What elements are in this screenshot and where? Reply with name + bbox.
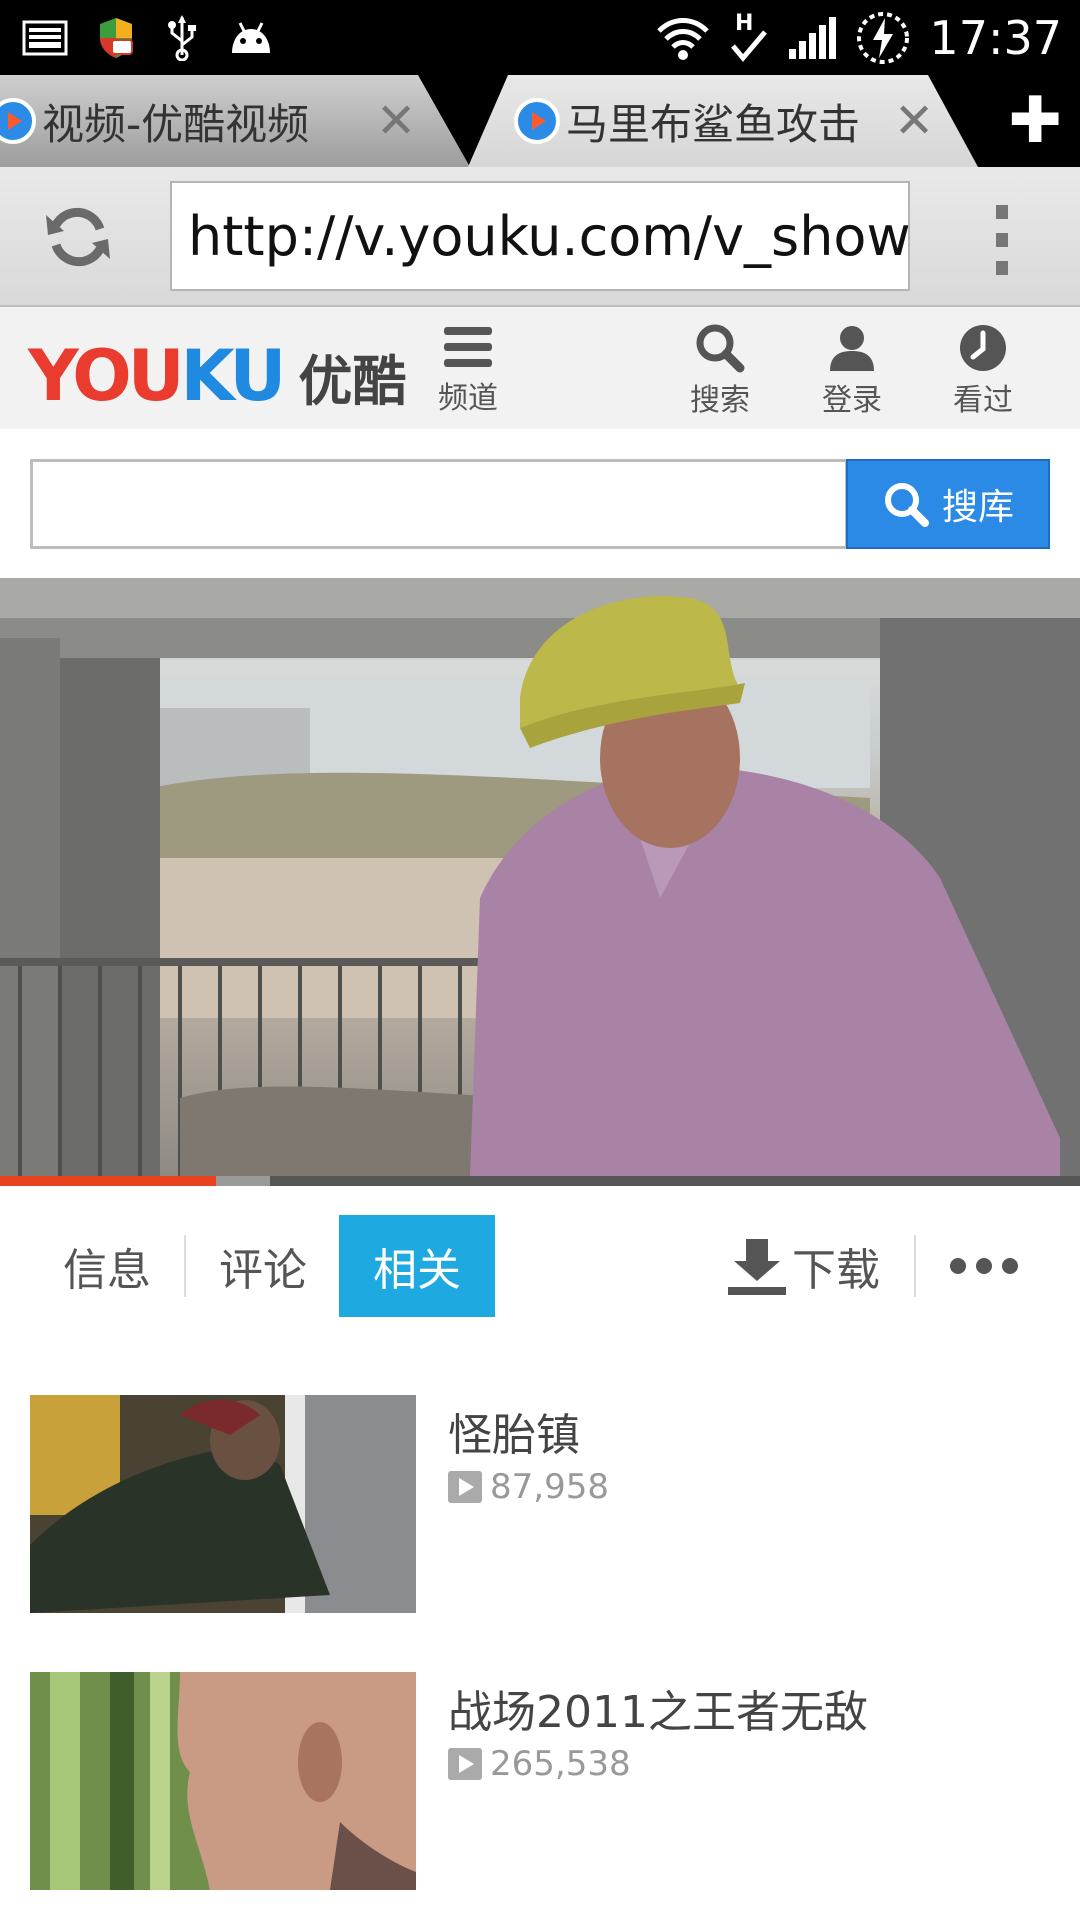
overflow-menu-button[interactable] <box>990 205 1014 275</box>
browser-tab-2[interactable]: 马里布鲨鱼攻击 ✕ <box>468 75 978 167</box>
clock: 17:37 <box>929 10 1062 65</box>
user-icon <box>830 326 874 371</box>
play-count-icon <box>448 1748 482 1780</box>
reload-icon <box>46 207 110 267</box>
divider <box>914 1235 916 1297</box>
svg-text:H: H <box>735 11 753 36</box>
browser-tab-strip: 视频-优酷视频 ✕ 马里布鲨鱼攻击 ✕ ✚ <box>0 75 1080 167</box>
tab-related[interactable]: 相关 <box>339 1215 495 1317</box>
usb-icon <box>164 14 200 61</box>
reload-button[interactable] <box>42 201 114 273</box>
tab-info[interactable]: 信息 <box>40 1215 174 1317</box>
youku-logo[interactable]: YOU KU 优酷 <box>28 335 406 417</box>
video-thumbnail[interactable] <box>30 1672 416 1890</box>
list-item[interactable]: 怪胎镇 87,958 <box>0 1395 1080 1613</box>
more-options-button[interactable] <box>950 1215 1018 1317</box>
wifi-icon <box>655 15 711 61</box>
view-count-value: 265,538 <box>490 1744 631 1784</box>
history-button[interactable]: 看过 <box>933 323 1033 419</box>
video-frame <box>0 578 1080 1176</box>
login-label: 登录 <box>822 383 882 418</box>
search-bar: 搜库 <box>30 459 1050 549</box>
list-item[interactable]: 战场2011之王者无敌 265,538 <box>0 1672 1080 1890</box>
video-progress-bar[interactable] <box>0 1176 1080 1186</box>
view-count: 265,538 <box>448 1744 631 1784</box>
view-count: 87,958 <box>448 1467 609 1507</box>
search-icon <box>884 483 929 527</box>
browser-tab-1[interactable]: 视频-优酷视频 ✕ <box>0 75 470 167</box>
search-library-button[interactable]: 搜库 <box>846 459 1050 549</box>
address-bar: http://v.youku.com/v_show <box>0 167 1080 307</box>
cell-signal-icon <box>787 15 837 61</box>
url-input[interactable]: http://v.youku.com/v_show <box>170 181 910 291</box>
plus-icon: ✚ <box>1008 84 1062 158</box>
channel-button[interactable]: 频道 <box>418 323 518 417</box>
new-tab-button[interactable]: ✚ <box>1008 75 1062 167</box>
view-count-value: 87,958 <box>490 1467 609 1507</box>
logo-text-you: YOU <box>28 335 185 417</box>
menu-icon <box>444 327 492 367</box>
clock-icon <box>960 325 1006 371</box>
search-nav-label: 搜索 <box>690 383 750 418</box>
close-tab-icon[interactable]: ✕ <box>376 93 416 149</box>
h-signal-icon: H <box>729 10 769 66</box>
related-title[interactable]: 怪胎镇 <box>448 1399 580 1463</box>
video-thumbnail[interactable] <box>30 1395 416 1613</box>
battery-charging-icon <box>855 10 911 66</box>
download-button[interactable]: 下载 <box>726 1215 880 1317</box>
search-input[interactable] <box>30 459 848 549</box>
tab-title: 视频-优酷视频 <box>42 99 310 149</box>
youku-favicon-icon <box>0 98 36 144</box>
search-button-label: 搜库 <box>941 487 1014 528</box>
screenshot-icon <box>22 20 68 56</box>
login-button[interactable]: 登录 <box>802 323 902 419</box>
video-player[interactable] <box>0 578 1080 1176</box>
status-bar: H 17:37 <box>0 0 1080 75</box>
logo-text-cn: 优酷 <box>298 350 407 413</box>
divider <box>184 1235 186 1297</box>
tab-title: 马里布鲨鱼攻击 <box>566 99 861 149</box>
detail-tabs: 信息 评论 相关 下载 <box>0 1215 1080 1317</box>
search-nav-button[interactable]: 搜索 <box>670 323 770 419</box>
progress-played <box>0 1176 216 1186</box>
youku-favicon-icon <box>514 98 560 144</box>
search-icon <box>696 324 745 373</box>
download-label: 下载 <box>792 1245 880 1296</box>
logo-text-ku: KU <box>180 335 287 417</box>
security-shield-icon <box>96 16 136 60</box>
related-title[interactable]: 战场2011之王者无敌 <box>448 1676 868 1740</box>
android-icon <box>228 21 274 55</box>
channel-label: 频道 <box>438 381 498 416</box>
download-icon <box>728 1239 786 1295</box>
play-count-icon <box>448 1471 482 1503</box>
tab-comments[interactable]: 评论 <box>196 1215 330 1317</box>
youku-header: YOU KU 优酷 频道 搜索 登录 看过 <box>0 307 1080 429</box>
history-label: 看过 <box>953 383 1013 418</box>
close-tab-icon[interactable]: ✕ <box>894 93 934 149</box>
